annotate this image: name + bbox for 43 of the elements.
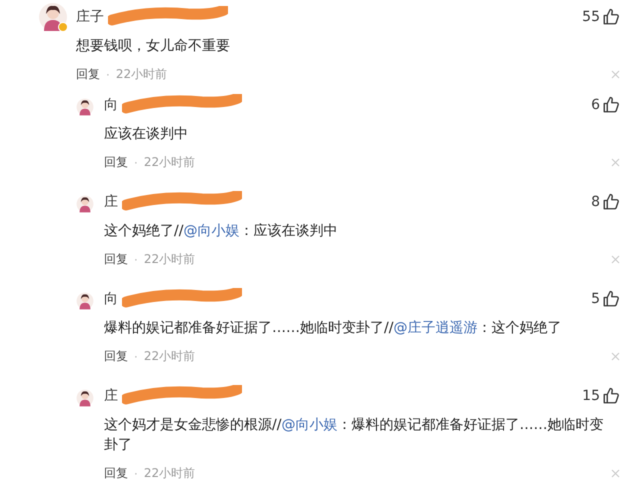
thumbs-up-icon — [602, 96, 620, 114]
user-name[interactable]: 庄子 — [76, 8, 104, 26]
close-button[interactable] — [611, 255, 620, 264]
timestamp: 22小时前 — [144, 251, 196, 268]
timestamp: 22小时前 — [116, 66, 168, 83]
comment-text: 想要钱呗，女儿命不重要 — [76, 37, 231, 56]
thumbs-up-icon — [602, 8, 620, 26]
separator-dot: · — [134, 156, 138, 170]
thumbs-up-icon — [602, 193, 620, 211]
like-button[interactable]: 5 — [591, 288, 620, 310]
like-button[interactable]: 8 — [591, 191, 620, 213]
thumbs-up-icon — [602, 290, 620, 308]
like-button[interactable]: 6 — [591, 94, 620, 116]
mention-link[interactable]: @向小娱 — [281, 417, 338, 433]
timestamp: 22小时前 — [144, 154, 196, 171]
user-name[interactable]: 向 — [104, 96, 118, 114]
comment-text: 这个妈才是女金悲惨的根源//@向小娱：爆料的娱记都准备好证据了……她临时变卦了 — [104, 416, 604, 455]
reply-link[interactable]: 回复 — [104, 251, 128, 268]
reply-link[interactable]: 回复 — [76, 66, 100, 83]
separator-dot: · — [134, 350, 138, 364]
like-button[interactable]: 55 — [582, 6, 620, 28]
separator-dot: · — [134, 466, 138, 480]
thumbs-up-icon — [602, 387, 620, 405]
user-name[interactable]: 庄 — [104, 387, 118, 405]
comment-text: 应该在谈判中 — [104, 125, 189, 144]
comment-text: 爆料的娱记都准备好证据了……她临时变卦了//@庄子逍遥游：这个妈绝了 — [104, 319, 562, 338]
mention-link[interactable]: @向小娱 — [183, 223, 240, 239]
user-name[interactable]: 庄 — [104, 193, 118, 211]
timestamp: 22小时前 — [144, 348, 196, 365]
close-button[interactable] — [611, 469, 620, 478]
like-button[interactable]: 15 — [582, 385, 620, 407]
timestamp: 22小时前 — [144, 465, 196, 482]
close-button[interactable] — [611, 158, 620, 167]
close-button[interactable] — [611, 70, 620, 79]
separator-dot: · — [134, 252, 138, 266]
comment-text: 这个妈绝了//@向小娱：应该在谈判中 — [104, 222, 338, 241]
reply-link[interactable]: 回复 — [104, 465, 128, 482]
separator-dot: · — [106, 68, 110, 82]
mention-link[interactable]: @庄子逍遥游 — [393, 320, 478, 336]
reply-link[interactable]: 回复 — [104, 348, 128, 365]
user-name[interactable]: 向 — [104, 290, 118, 308]
reply-link[interactable]: 回复 — [104, 154, 128, 171]
close-button[interactable] — [611, 352, 620, 361]
